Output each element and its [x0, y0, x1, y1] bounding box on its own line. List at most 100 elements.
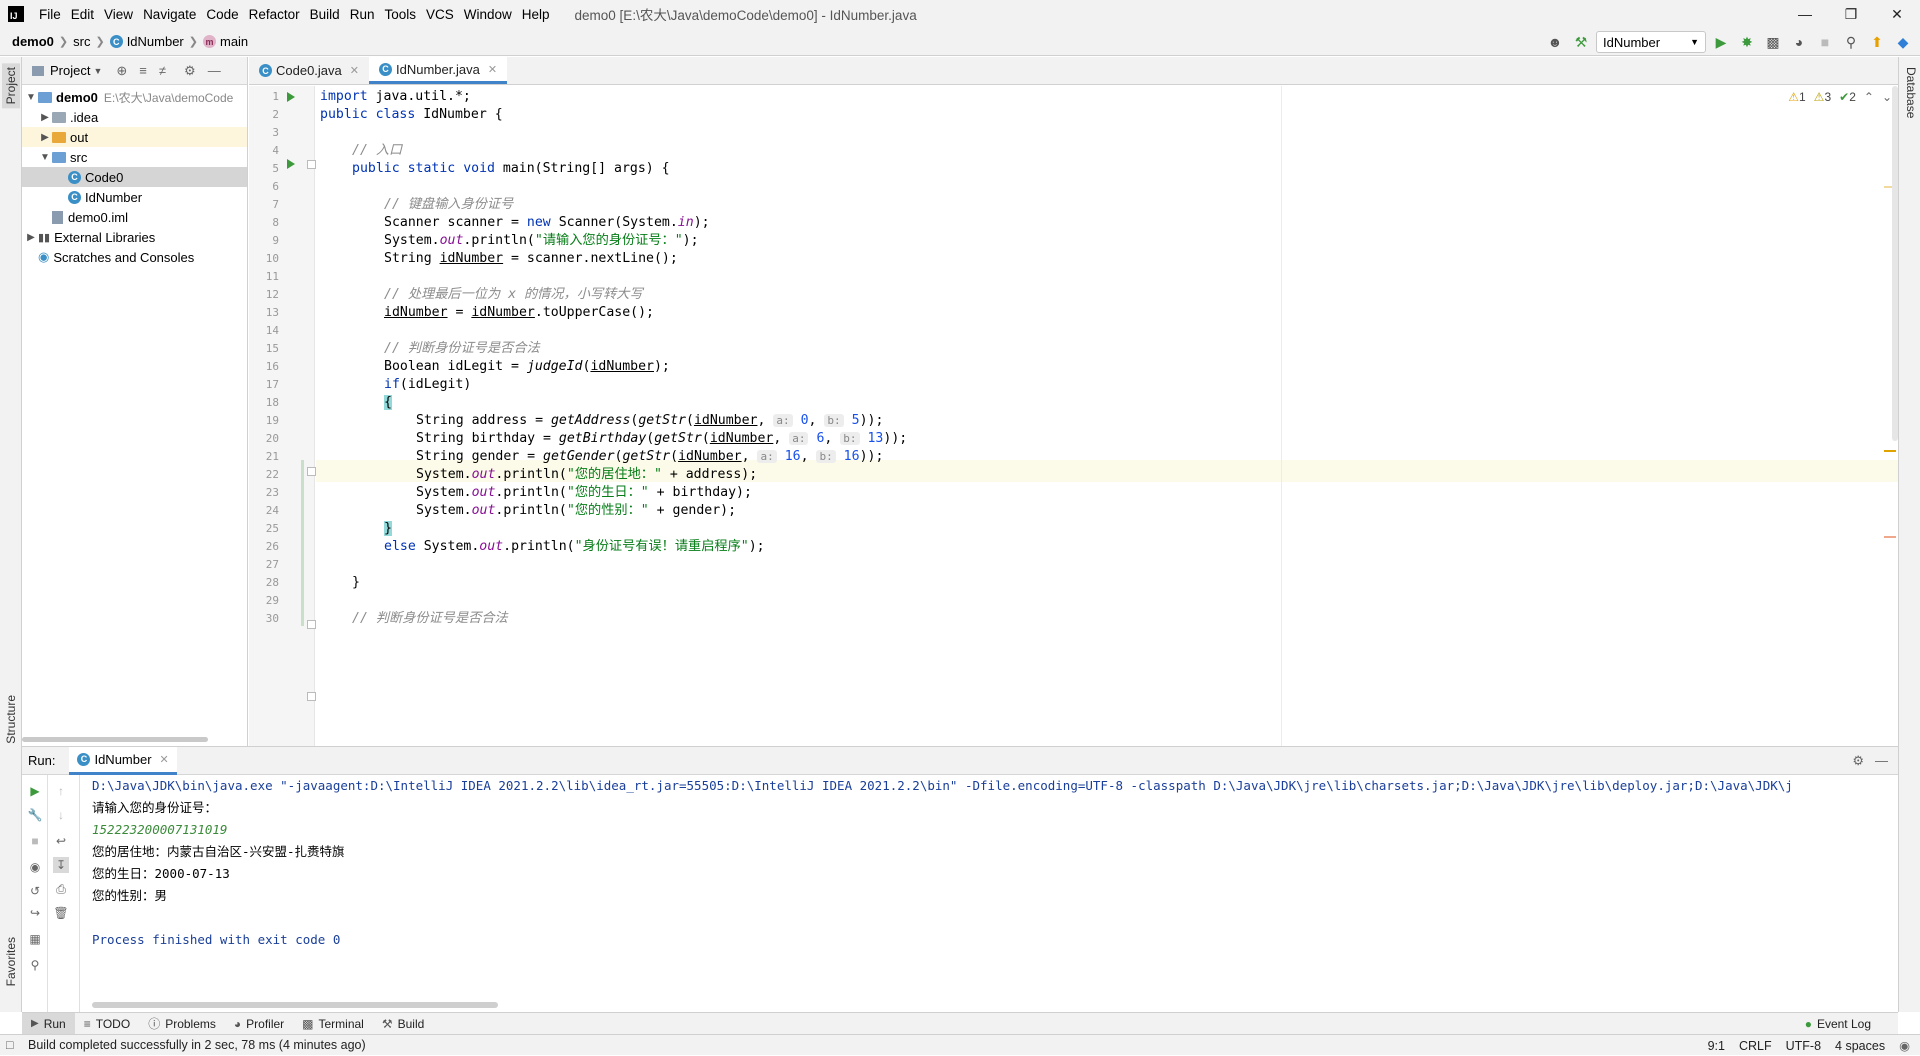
breadcrumb-folder[interactable]: src — [73, 34, 90, 49]
plugin-icon[interactable]: ◆ — [1892, 31, 1914, 53]
menu-file[interactable]: File — [34, 7, 66, 22]
user-icon[interactable]: ☻ — [1544, 31, 1566, 53]
chevron-right-icon[interactable]: ▶ — [24, 232, 38, 243]
soft-wrap-icon[interactable]: ↩ — [53, 833, 69, 849]
menu-navigate[interactable]: Navigate — [138, 7, 201, 22]
coverage-icon[interactable]: ▩ — [1762, 31, 1784, 53]
tree-item-out[interactable]: ▶ out — [22, 127, 247, 147]
favorites-tool-tab[interactable]: Favorites — [2, 933, 20, 990]
tab-problems[interactable]: ⓘ Problems — [139, 1013, 225, 1035]
breadcrumb-project[interactable]: demo0 — [12, 34, 54, 49]
close-icon[interactable]: ✕ — [1874, 0, 1920, 28]
run-gutter-icon[interactable] — [287, 159, 295, 169]
rerun-icon[interactable]: ▶ — [27, 783, 43, 799]
tree-item-demo0[interactable]: ▼ demo0 E:\农大\Java\demoCode — [22, 87, 247, 107]
expand-all-icon[interactable]: ≡ — [139, 63, 147, 78]
scroll-to-end-icon[interactable]: ↧ — [53, 857, 69, 873]
tab-profiler[interactable]: ◕ Profiler — [225, 1013, 293, 1035]
tab-build[interactable]: ⚒ Build — [373, 1013, 433, 1035]
console-output[interactable]: D:\Java\JDK\bin\java.exe "-javaagent:D:\… — [92, 775, 1892, 985]
tab-terminal[interactable]: ▩ Terminal — [293, 1013, 373, 1035]
menu-code[interactable]: Code — [201, 7, 243, 22]
chevron-down-icon[interactable]: ▼ — [24, 92, 38, 103]
editor-scrollbar[interactable] — [1884, 86, 1898, 746]
horizontal-scrollbar[interactable] — [22, 737, 208, 742]
project-tool-tab[interactable]: Project — [2, 63, 20, 109]
tree-item-demo0-iml[interactable]: demo0.iml — [22, 207, 247, 227]
trash-icon[interactable]: 🗑 — [53, 905, 69, 921]
close-tab-icon[interactable]: ✕ — [350, 64, 359, 77]
horizontal-scrollbar[interactable] — [92, 1002, 498, 1008]
run-gutter-icon[interactable] — [287, 92, 295, 102]
chevron-right-icon[interactable]: ▶ — [38, 132, 52, 143]
menu-build[interactable]: Build — [305, 7, 345, 22]
update-icon[interactable]: ⬆ — [1866, 31, 1888, 53]
layout-icon[interactable]: ▦ — [27, 931, 43, 947]
tree-item-scratches[interactable]: ◉ Scratches and Consoles — [22, 247, 247, 267]
structure-tool-tab[interactable]: Structure — [2, 691, 20, 748]
wrench-icon[interactable]: 🔧 — [27, 807, 43, 823]
gear-icon[interactable]: ⚙ — [184, 63, 196, 79]
menu-run[interactable]: Run — [345, 7, 380, 22]
menu-refactor[interactable]: Refactor — [244, 7, 305, 22]
menu-help[interactable]: Help — [517, 7, 555, 22]
gear-icon[interactable]: ⚙ — [1852, 753, 1864, 769]
chevron-down-icon[interactable]: ▼ — [93, 66, 102, 76]
chevron-up-icon[interactable]: ⌃ — [1864, 90, 1874, 104]
search-icon[interactable]: ⚲ — [1840, 31, 1862, 53]
restore-icon[interactable]: ❐ — [1828, 0, 1874, 28]
stop-icon[interactable]: ■ — [1814, 31, 1836, 53]
menu-view[interactable]: View — [99, 7, 138, 22]
camera-icon[interactable]: ◉ — [27, 859, 43, 875]
close-tab-icon[interactable]: ✕ — [160, 753, 169, 766]
stop-icon[interactable]: ■ — [27, 833, 43, 849]
dump-threads-icon[interactable]: ↺ — [27, 883, 43, 899]
menu-vcs[interactable]: VCS — [421, 7, 459, 22]
menu-tools[interactable]: Tools — [379, 7, 421, 22]
breadcrumb-class[interactable]: C IdNumber — [109, 34, 184, 49]
tree-item-src[interactable]: ▼ src — [22, 147, 247, 167]
code-editor[interactable]: import java.util.*; public class IdNumbe… — [316, 86, 1898, 746]
fold-icon[interactable] — [307, 160, 316, 169]
file-encoding[interactable]: UTF-8 — [1786, 1039, 1821, 1053]
tab-code0-java[interactable]: C Code0.java ✕ — [249, 57, 369, 84]
database-tool-tab[interactable]: Database — [1902, 63, 1920, 122]
tree-item-external-libraries[interactable]: ▶ ▮▮ External Libraries — [22, 227, 247, 247]
fold-icon[interactable] — [307, 467, 316, 476]
indent-setting[interactable]: 4 spaces — [1835, 1039, 1885, 1053]
close-tab-icon[interactable]: ✕ — [488, 63, 497, 76]
pin-icon[interactable]: ⚲ — [27, 957, 43, 973]
menu-edit[interactable]: Edit — [66, 7, 99, 22]
hide-icon[interactable]: — — [1875, 753, 1888, 768]
menu-window[interactable]: Window — [459, 7, 517, 22]
line-number[interactable]: 30 — [249, 608, 279, 630]
tree-item-idnumber[interactable]: C IdNumber — [22, 187, 247, 207]
line-separator[interactable]: CRLF — [1739, 1039, 1772, 1053]
tab-run[interactable]: ▶ Run — [22, 1012, 75, 1035]
run-configuration-select[interactable]: IdNumber ▼ — [1596, 31, 1706, 53]
chevron-down-icon[interactable]: ▼ — [38, 152, 52, 163]
project-view-select[interactable]: Project — [50, 63, 90, 78]
fold-icon[interactable] — [307, 692, 316, 701]
profile-icon[interactable]: ◕ — [1788, 31, 1810, 53]
tab-idnumber-java[interactable]: C IdNumber.java ✕ — [369, 57, 508, 84]
breadcrumb-method[interactable]: m main — [202, 34, 248, 49]
arrow-up-icon[interactable]: ↑ — [53, 783, 69, 799]
tab-todo[interactable]: ≡ TODO — [75, 1013, 139, 1035]
tab-run-idnumber[interactable]: C IdNumber ✕ — [69, 746, 177, 775]
lock-icon[interactable]: ◉ — [1899, 1038, 1910, 1053]
collapse-all-icon[interactable]: ≠ — [159, 63, 166, 78]
build-hammer-icon[interactable]: ⚒ — [1570, 31, 1592, 53]
scrollbar-thumb[interactable] — [1892, 86, 1898, 441]
tool-windows-icon[interactable]: □ — [6, 1038, 14, 1052]
status-message[interactable]: Build completed successfully in 2 sec, 7… — [28, 1038, 366, 1052]
inspection-widget[interactable]: ⚠1 ⚠3 ✔2 ⌃ ⌄ — [1788, 90, 1892, 104]
print-icon[interactable]: ⎙ — [53, 881, 69, 897]
debug-icon[interactable]: ✸ — [1736, 31, 1758, 53]
fold-icon[interactable] — [307, 620, 316, 629]
run-icon[interactable]: ▶ — [1710, 31, 1732, 53]
hide-icon[interactable]: — — [208, 63, 221, 78]
tab-event-log[interactable]: ● Event Log — [1796, 1013, 1880, 1035]
arrow-down-icon[interactable]: ↓ — [53, 807, 69, 823]
editor-gutter[interactable]: 1 2 3 4 5 6 7 8 9 10 11 12 13 14 15 16 17 18 19 20 21 22 23 24 2… — [249, 86, 316, 746]
